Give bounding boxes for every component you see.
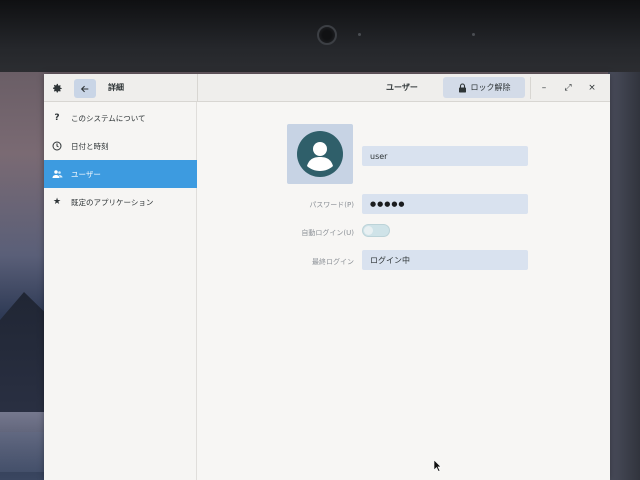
- back-button[interactable]: [74, 79, 96, 98]
- header-divider: [197, 74, 198, 102]
- password-field[interactable]: ●●●●●: [362, 194, 528, 214]
- maximize-icon: ⤢: [564, 83, 572, 93]
- unlock-button[interactable]: ロック解除: [443, 77, 525, 98]
- gear-icon: [52, 83, 62, 93]
- star-icon: ★: [52, 197, 62, 207]
- last-login-label: 最終ログイン: [312, 258, 354, 266]
- sidebar-item-label: このシステムについて: [71, 113, 146, 123]
- autologin-label: 自動ログイン(U): [301, 229, 354, 237]
- maximize-button[interactable]: ⤢: [560, 80, 576, 96]
- camera-sensor: [472, 33, 475, 36]
- close-button[interactable]: ×: [584, 80, 600, 96]
- minimize-icon: –: [541, 83, 547, 93]
- camera-led: [358, 33, 361, 36]
- laptop-bezel: [0, 0, 640, 80]
- sidebar-item-label: 日付と時刻: [71, 141, 109, 151]
- sidebar-item-datetime[interactable]: 日付と時刻: [44, 132, 197, 160]
- users-icon: [51, 168, 63, 180]
- settings-menu-button[interactable]: [48, 79, 66, 97]
- user-avatar-icon: [297, 131, 343, 177]
- sidebar-item-label: ユーザー: [71, 169, 101, 179]
- last-login-field: ログイン中: [362, 250, 528, 270]
- header-divider-right: [530, 77, 531, 99]
- clock-icon: [51, 140, 63, 152]
- username-field[interactable]: user: [362, 146, 528, 166]
- close-icon: ×: [588, 83, 596, 93]
- sidebar-item-about[interactable]: ? このシステムについて: [44, 104, 197, 132]
- sidebar: ? このシステムについて 日付と時刻 ユーザー ★ 既定のアプリケーション: [44, 102, 197, 480]
- webcam: [317, 25, 337, 45]
- sidebar-item-default-apps[interactable]: ★ 既定のアプリケーション: [44, 188, 197, 216]
- avatar-button[interactable]: [287, 124, 353, 184]
- settings-window: 詳細 ユーザー ロック解除 – ⤢ × ? このシステムについて 日付と時刻 ユ…: [44, 74, 610, 480]
- password-label: パスワード(P): [309, 201, 354, 209]
- autologin-switch[interactable]: [362, 224, 390, 237]
- page-title: ユーザー: [386, 83, 418, 92]
- unlock-label: ロック解除: [470, 83, 511, 92]
- password-value: ●●●●●: [370, 200, 406, 208]
- sidebar-item-users[interactable]: ユーザー: [44, 160, 197, 188]
- arrow-left-icon: [80, 85, 89, 92]
- header-bar: 詳細 ユーザー ロック解除 – ⤢ ×: [44, 74, 610, 102]
- sidebar-item-label: 既定のアプリケーション: [71, 197, 154, 207]
- sidebar-title: 詳細: [108, 83, 124, 92]
- question-icon: ?: [54, 113, 60, 123]
- mouse-cursor-icon: [434, 460, 442, 472]
- switch-knob: [364, 226, 373, 235]
- minimize-button[interactable]: –: [536, 80, 552, 96]
- desktop-edge: [608, 72, 640, 480]
- lock-icon: [458, 82, 466, 92]
